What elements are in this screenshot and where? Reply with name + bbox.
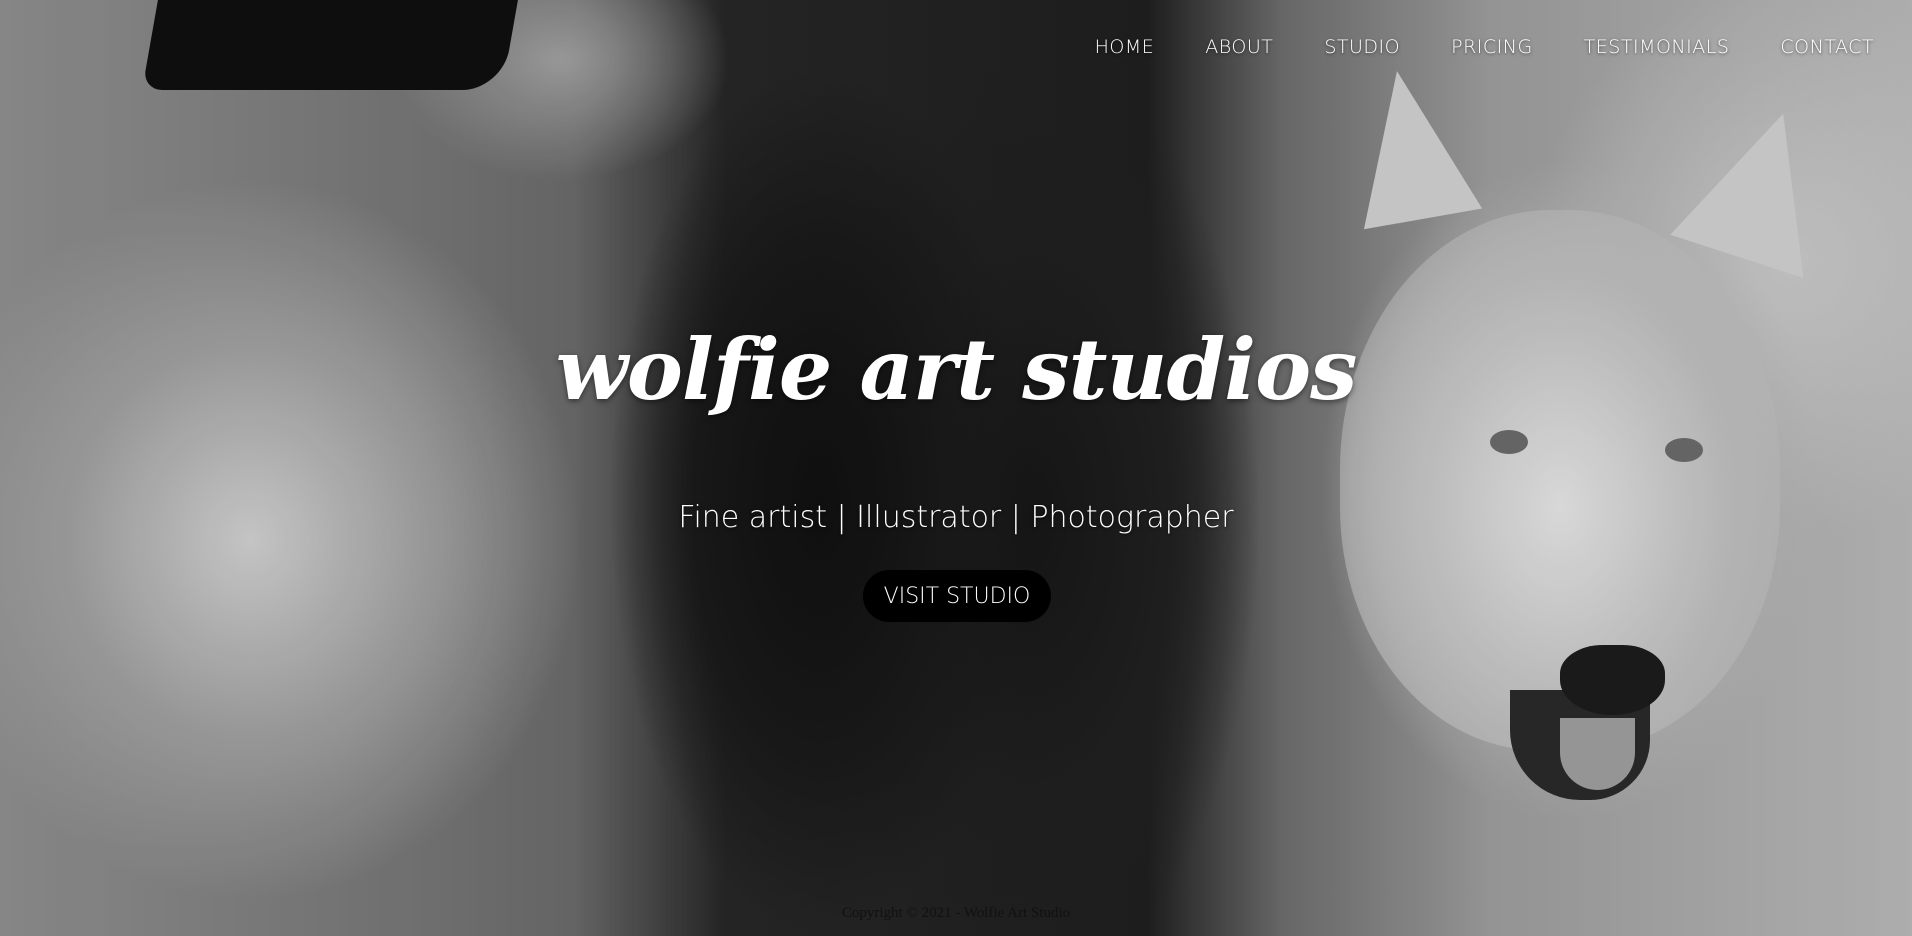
main-nav: HOME ABOUT STUDIO PRICING TESTIMONIALS C…: [1095, 36, 1874, 58]
footer-copyright: Copyright © 2021 - Wolfie Art Studio: [841, 905, 1071, 921]
hero-overlay: [0, 0, 1912, 936]
brand-title: wolfie art studios: [555, 320, 1358, 419]
nav-about-link[interactable]: ABOUT: [1205, 36, 1273, 58]
nav-testimonials-link[interactable]: TESTIMONIALS: [1584, 36, 1730, 58]
hero-tagline: Fine artist | Illustrator | Photographer: [678, 500, 1234, 535]
visit-studio-button[interactable]: VISIT STUDIO: [863, 570, 1051, 622]
nav-contact-link[interactable]: CONTACT: [1780, 36, 1874, 58]
nav-home-link[interactable]: HOME: [1095, 36, 1155, 58]
nav-pricing-link[interactable]: PRICING: [1451, 36, 1533, 58]
nav-studio-link[interactable]: STUDIO: [1324, 36, 1400, 58]
